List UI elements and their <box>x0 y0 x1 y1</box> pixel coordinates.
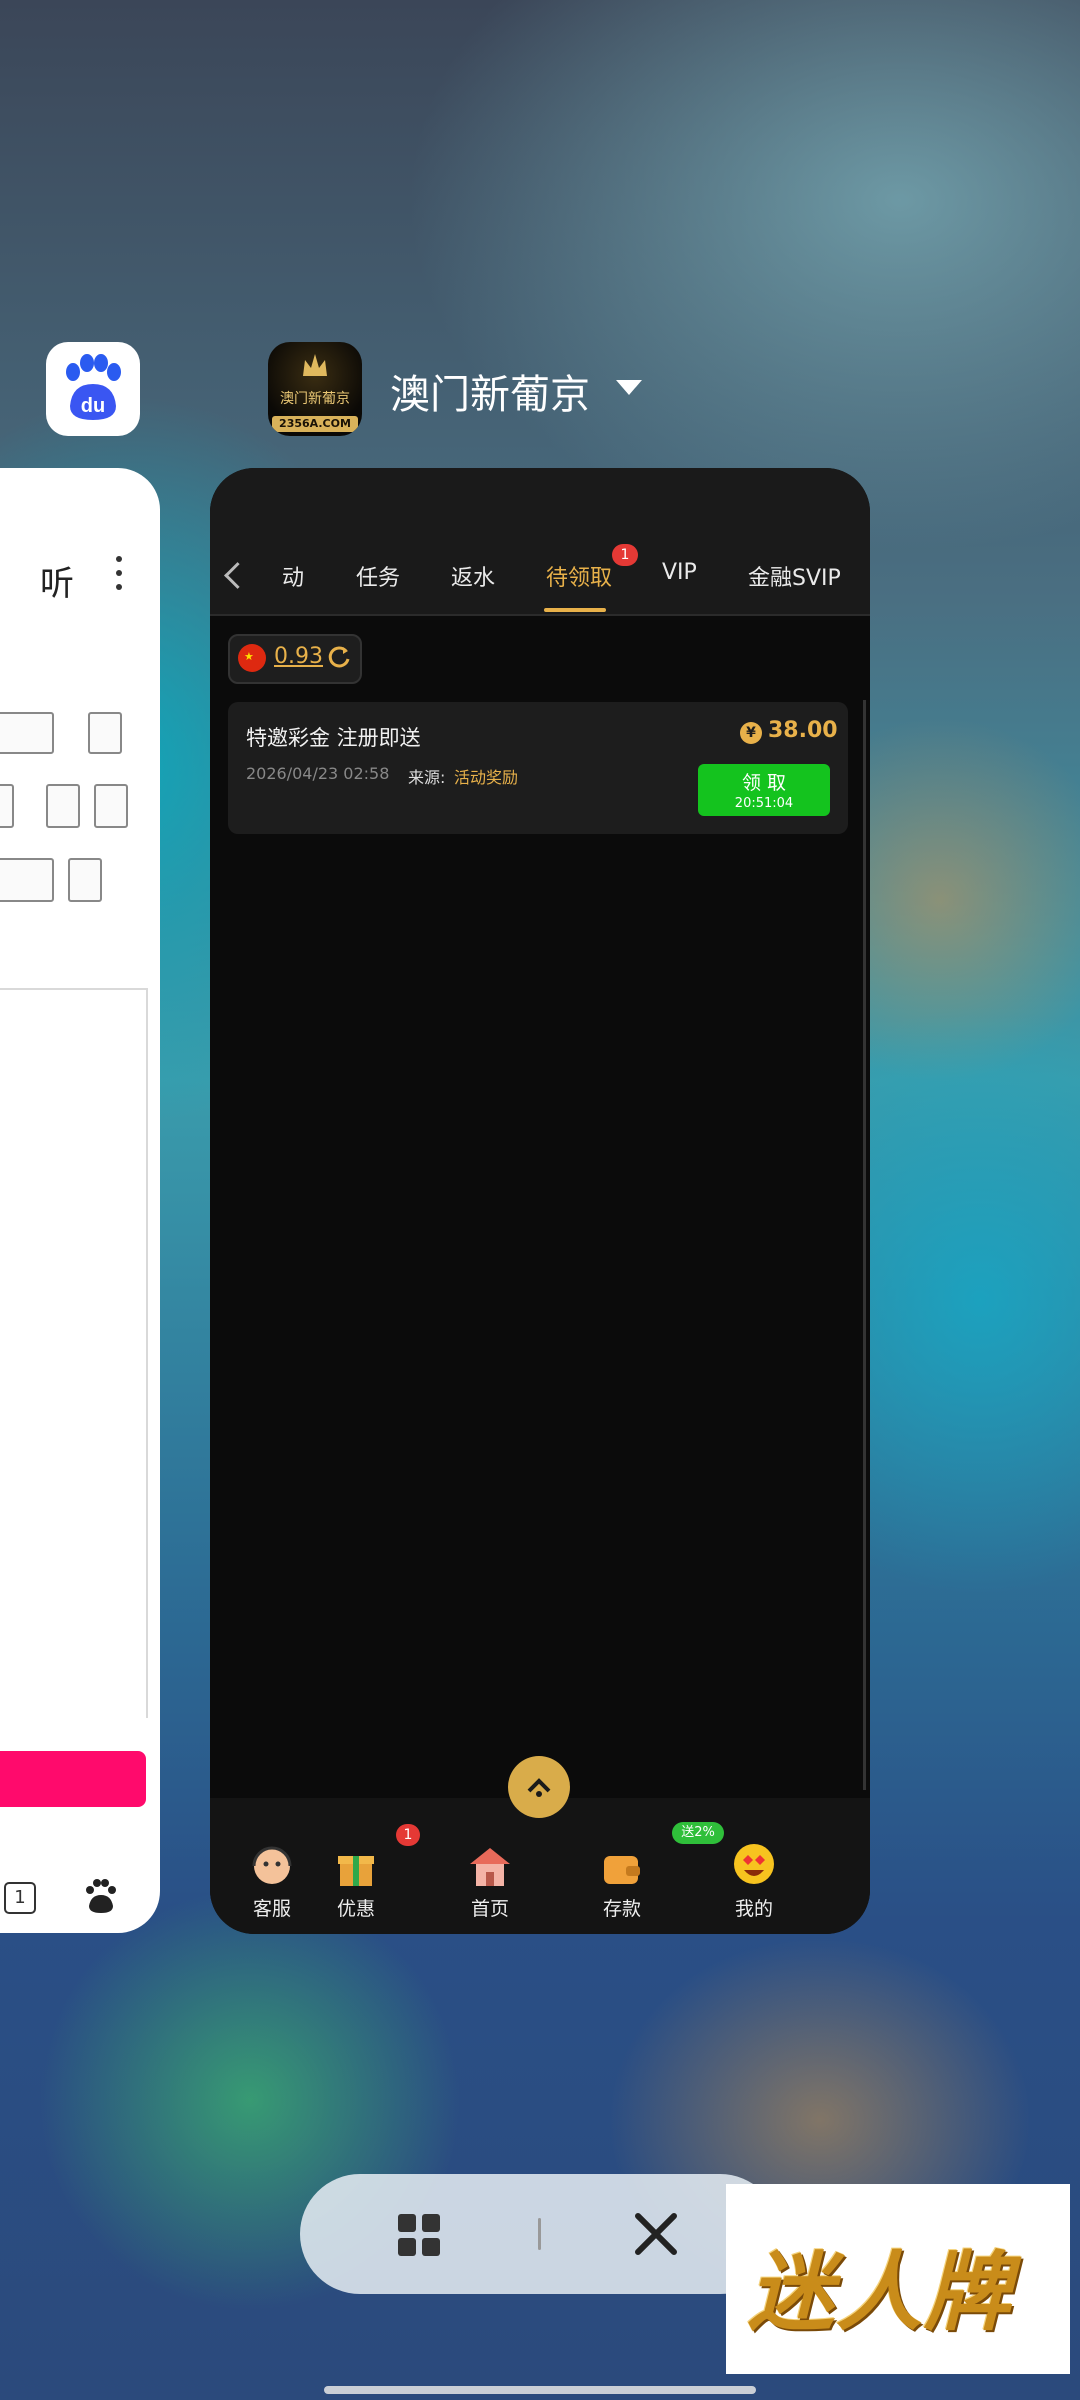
baidu-app-preview-card[interactable]: 听 1 <box>0 468 160 1933</box>
claim-countdown: 20:51:04 <box>734 796 794 811</box>
svg-text:du: du <box>81 395 105 417</box>
close-all-icon[interactable] <box>632 2210 680 2258</box>
reward-amount: 38.00 <box>768 718 838 743</box>
recents-control-bar <box>300 2174 780 2294</box>
tab-rebate[interactable]: 返水 <box>451 560 495 592</box>
wallet-icon <box>596 1840 648 1892</box>
china-flag-icon: ★ <box>238 644 266 672</box>
tab-bar: 动 任务 返水 待领取 1 VIP 金融SVIP <box>210 468 870 616</box>
reward-source-label: 来源: <box>408 768 446 787</box>
tab-badge: 1 <box>612 544 638 566</box>
align-left-icon[interactable] <box>46 784 80 828</box>
submit-button[interactable] <box>0 1751 146 1807</box>
strikethrough-icon[interactable] <box>88 712 122 754</box>
yen-coin-icon: ¥ <box>740 722 762 744</box>
editor-border <box>146 988 148 1718</box>
app-title[interactable]: 澳门新葡京 <box>390 362 590 420</box>
promotions-badge: 1 <box>396 1824 420 1846</box>
refresh-icon[interactable] <box>326 644 352 670</box>
nav-label: 优惠 <box>336 1898 375 1920</box>
baidu-paw-icon: du <box>66 354 121 420</box>
reward-source-value: 活动奖励 <box>454 768 519 787</box>
casino-app-icon[interactable]: 澳门新葡京 2356A.COM <box>268 342 362 436</box>
tab-tasks[interactable]: 任务 <box>356 560 400 592</box>
tab-activity[interactable]: 动 <box>282 560 304 592</box>
link-icon[interactable] <box>68 858 102 902</box>
customer-service-icon <box>246 1840 298 1892</box>
reward-card: 特邀彩金 注册即送 ¥ 38.00 2026/04/23 02:58 来源: 活… <box>228 702 848 834</box>
grid-view-icon[interactable] <box>398 2214 440 2256</box>
reward-title: 特邀彩金 注册即送 <box>246 726 421 750</box>
back-chevron-icon[interactable] <box>224 562 251 589</box>
font-size-dropdown[interactable] <box>0 712 54 754</box>
claim-button[interactable]: 领 取 20:51:04 <box>698 764 830 816</box>
nav-home[interactable]: 首页 <box>440 1840 540 1921</box>
reward-date: 2026/04/23 02:58 <box>246 764 390 783</box>
baidu-home-icon[interactable] <box>84 1878 118 1914</box>
home-indicator[interactable] <box>324 2386 756 2394</box>
casino-app-preview-card[interactable]: 动 任务 返水 待领取 1 VIP 金融SVIP ★ 0.93 特邀彩金 注册即… <box>210 468 870 1934</box>
tab-vip[interactable]: VIP <box>662 560 697 585</box>
more-options-icon[interactable] <box>116 556 124 598</box>
align-icon[interactable] <box>0 784 14 828</box>
watermark-logo: 迷人牌 <box>726 2184 1070 2374</box>
gift-icon <box>330 1840 382 1892</box>
watermark-text: 迷人牌 <box>748 2242 1012 2343</box>
baidu-app-icon[interactable]: du <box>46 342 140 436</box>
balance-value: 0.93 <box>274 644 323 669</box>
crown-logo-icon <box>303 354 327 376</box>
listen-button[interactable]: 听 <box>40 556 74 605</box>
tab-financial-svip[interactable]: 金融SVIP <box>748 560 841 592</box>
active-tab-indicator <box>544 608 606 612</box>
tab-pending-claim[interactable]: 待领取 <box>546 560 612 592</box>
emoji-dropdown[interactable] <box>0 858 54 902</box>
claim-button-label: 领 取 <box>741 772 787 794</box>
scrollbar[interactable] <box>863 700 866 1790</box>
profile-emoji-icon <box>728 1840 780 1892</box>
bar-separator <box>538 2218 541 2250</box>
nav-deposit[interactable]: 存款 <box>572 1840 672 1921</box>
nav-promotions[interactable]: 优惠 <box>306 1840 406 1921</box>
align-right-icon[interactable] <box>94 784 128 828</box>
tab-count-icon[interactable]: 1 <box>4 1882 36 1914</box>
chevron-down-icon[interactable] <box>616 380 642 395</box>
nav-profile[interactable]: 我的 <box>704 1840 804 1921</box>
nav-label: 我的 <box>734 1898 773 1920</box>
chevron-up-icon <box>527 1778 551 1797</box>
balance-pill[interactable]: ★ 0.93 <box>228 634 362 684</box>
home-icon <box>464 1840 516 1892</box>
app-icon-domain: 2356A.COM <box>272 416 358 432</box>
app-icon-name: 澳门新葡京 <box>280 391 350 407</box>
nav-label: 存款 <box>602 1898 641 1920</box>
editor-divider <box>0 988 148 990</box>
scroll-up-button[interactable] <box>508 1756 570 1818</box>
nav-label: 首页 <box>470 1898 509 1920</box>
